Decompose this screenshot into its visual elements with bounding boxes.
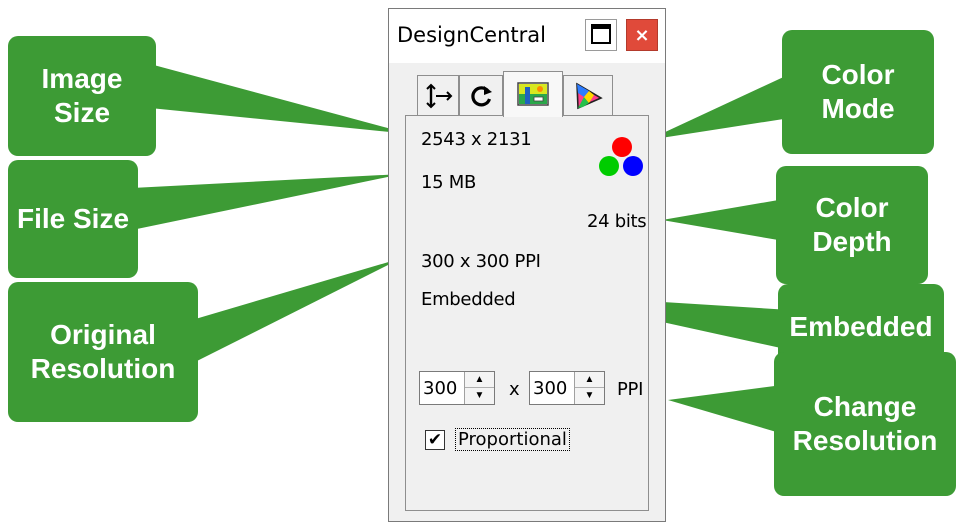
- resolution-width-input[interactable]: 300: [423, 378, 457, 399]
- change-resolution-callout: Change Resolution: [774, 352, 956, 496]
- original-resolution-callout: Original Resolution: [8, 282, 198, 422]
- dimensions-icon: [426, 83, 453, 108]
- resolution-width-arrows: ▲ ▼: [464, 372, 494, 404]
- ppi-unit-label: PPI: [617, 379, 644, 400]
- embedded-callout: Embedded: [778, 284, 944, 356]
- window-title: DesignCentral: [397, 23, 546, 47]
- image-size-callout: Image Size: [8, 36, 156, 156]
- proportional-label[interactable]: Proportional: [455, 428, 570, 451]
- times-label: x: [509, 379, 520, 400]
- image-info-icon: [517, 81, 549, 106]
- tab-rotate[interactable]: [459, 75, 503, 115]
- color-mode-pointer: [648, 74, 790, 140]
- tab-color[interactable]: [563, 75, 613, 115]
- design-central-window: DesignCentral × 2543 x 2131 15 MB 24 bit…: [388, 8, 666, 522]
- file-size-pointer: [132, 174, 402, 230]
- resolution-height-input[interactable]: 300: [533, 378, 567, 399]
- tab-dimensions[interactable]: [417, 75, 459, 115]
- color-depth-pointer: [662, 198, 790, 242]
- resolution-height-stepper[interactable]: 300 ▲ ▼: [529, 371, 605, 405]
- close-button[interactable]: ×: [626, 19, 658, 51]
- image-size-value: 2543 x 2131: [421, 129, 532, 150]
- original-resolution-pointer: [175, 258, 402, 372]
- color-triangle-icon: [576, 82, 603, 109]
- color-mode-callout: Color Mode: [782, 30, 934, 154]
- change-resolution-pointer: [668, 384, 790, 436]
- file-size-callout: File Size: [8, 160, 138, 278]
- tab-image-info[interactable]: [503, 71, 563, 117]
- resolution-height-up-icon[interactable]: ▲: [575, 372, 604, 388]
- original-resolution-value: 300 x 300 PPI: [421, 251, 541, 272]
- color-depth-value: 24 bits: [587, 211, 647, 232]
- rgb-dots-icon: [599, 137, 643, 176]
- resolution-width-stepper[interactable]: 300 ▲ ▼: [419, 371, 495, 405]
- resolution-height-arrows: ▲ ▼: [574, 372, 604, 404]
- title-bar: DesignCentral ×: [389, 9, 665, 63]
- image-size-pointer: [150, 64, 410, 134]
- checkmark-icon: ✔: [427, 430, 443, 450]
- maximize-button[interactable]: [585, 19, 617, 51]
- color-depth-callout: Color Depth: [776, 166, 928, 284]
- file-size-value: 15 MB: [421, 172, 477, 193]
- resolution-height-down-icon[interactable]: ▼: [575, 388, 604, 403]
- resolution-source-value: Embedded: [421, 289, 516, 310]
- resolution-width-down-icon[interactable]: ▼: [465, 388, 494, 403]
- resolution-width-up-icon[interactable]: ▲: [465, 372, 494, 388]
- proportional-checkbox[interactable]: ✔: [425, 430, 445, 450]
- rotate-icon: [471, 85, 492, 106]
- close-icon: ×: [634, 24, 650, 46]
